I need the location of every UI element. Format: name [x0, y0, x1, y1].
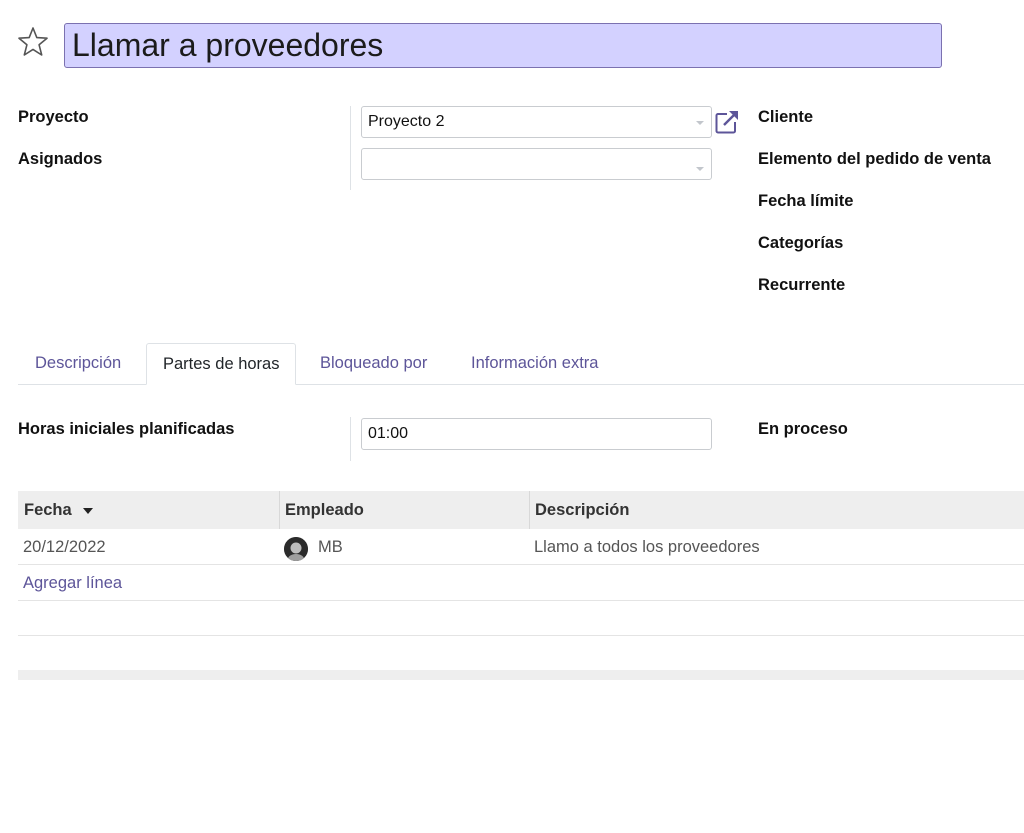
field-divider	[350, 417, 351, 461]
chevron-down-icon	[696, 167, 704, 171]
user-avatar-icon	[284, 537, 308, 561]
status-label: En proceso	[758, 420, 848, 438]
column-separator	[529, 491, 530, 529]
project-select[interactable]: Proyecto 2	[361, 106, 712, 138]
external-link-icon[interactable]	[714, 109, 740, 135]
column-header-date-label: Fecha	[24, 501, 72, 519]
project-select-value: Proyecto 2	[368, 113, 445, 130]
assignees-label: Asignados	[18, 150, 103, 168]
column-header-description[interactable]: Descripción	[535, 491, 629, 529]
timesheet-table-header	[18, 491, 1024, 529]
project-label: Proyecto	[18, 108, 89, 126]
planned-hours-input[interactable]: 01:00	[361, 418, 712, 450]
star-icon[interactable]	[17, 26, 49, 58]
add-line-link[interactable]: Agregar línea	[23, 566, 122, 600]
table-row[interactable]	[18, 529, 1024, 565]
customer-label: Cliente	[758, 108, 814, 126]
task-title-input[interactable]: Llamar a proveedores	[64, 23, 942, 68]
column-header-employee[interactable]: Empleado	[285, 491, 364, 529]
sale-order-item-label: Elemento del pedido de venta	[758, 150, 991, 168]
tab-description[interactable]: Descripción	[35, 343, 121, 384]
tab-blocked-by[interactable]: Bloqueado por	[320, 343, 427, 384]
column-separator	[279, 491, 280, 529]
row-description: Llamo a todos los proveedores	[534, 538, 760, 556]
avatar	[284, 537, 308, 561]
tags-label: Categorías	[758, 234, 844, 252]
sort-down-icon	[83, 507, 94, 514]
field-divider	[350, 106, 351, 190]
planned-hours-value: 01:00	[368, 425, 409, 442]
recurrent-label: Recurrente	[758, 276, 846, 294]
add-line-row	[18, 566, 1024, 601]
deadline-label: Fecha límite	[758, 192, 854, 210]
planned-hours-label: Horas iniciales planificadas	[18, 420, 235, 438]
tab-extra-info[interactable]: Información extra	[471, 343, 598, 384]
tab-timesheets[interactable]: Partes de horas	[146, 343, 297, 385]
row-employee: MB	[318, 538, 343, 556]
assignees-select[interactable]	[361, 148, 712, 180]
table-footer	[18, 670, 1024, 680]
column-header-date[interactable]: Fecha	[24, 491, 94, 529]
empty-row	[18, 601, 1024, 636]
chevron-down-icon	[696, 121, 704, 125]
empty-row	[18, 636, 1024, 670]
row-date: 20/12/2022	[23, 538, 106, 556]
